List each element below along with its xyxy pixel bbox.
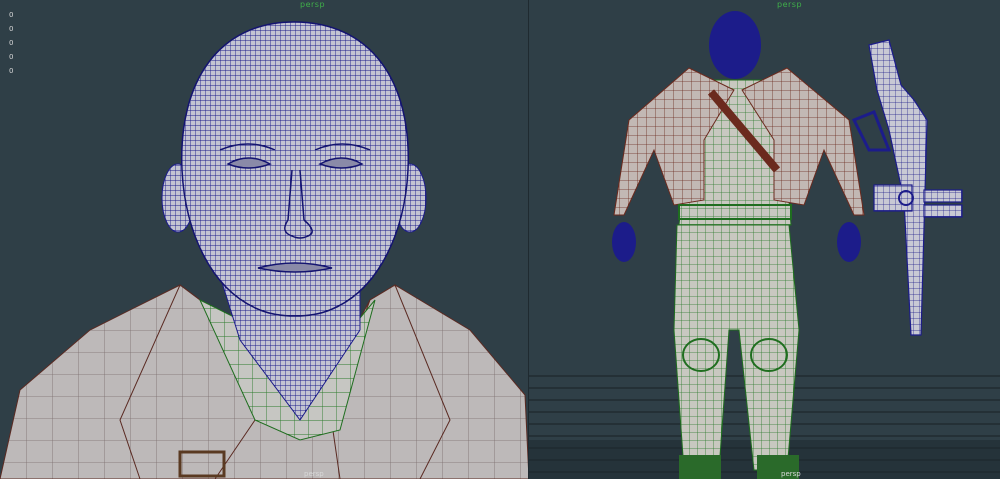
kneepad-left: [682, 338, 720, 372]
camera-label: persp: [777, 0, 803, 9]
hud-value: 0: [9, 67, 14, 75]
head-mesh-body: [709, 11, 761, 79]
rifle-mesh: [851, 39, 963, 336]
body-wireframe-render: [529, 11, 1000, 479]
hud-readout: 0 0 0 0 0: [9, 9, 13, 78]
maya-viewport-screen: 0 0 0 0 0 persp persp persp persp: [0, 0, 1000, 479]
viewport-head-closeup[interactable]: 0 0 0 0 0 persp persp: [0, 0, 529, 479]
hud-value: 0: [9, 39, 14, 47]
hud-value: 0: [9, 25, 14, 33]
persp-label: persp: [781, 470, 801, 478]
hand-left: [612, 222, 636, 262]
camera-label: persp: [300, 0, 326, 9]
belt: [678, 204, 792, 220]
viewport-full-body[interactable]: persp persp: [529, 0, 1000, 479]
boot-left: [679, 455, 721, 479]
hud-value: 0: [9, 11, 14, 19]
hud-value: 0: [9, 53, 14, 61]
kneepad-right: [750, 338, 788, 372]
persp-label: persp: [304, 470, 324, 478]
hand-right: [837, 222, 861, 262]
head-wireframe-render: [0, 21, 529, 479]
